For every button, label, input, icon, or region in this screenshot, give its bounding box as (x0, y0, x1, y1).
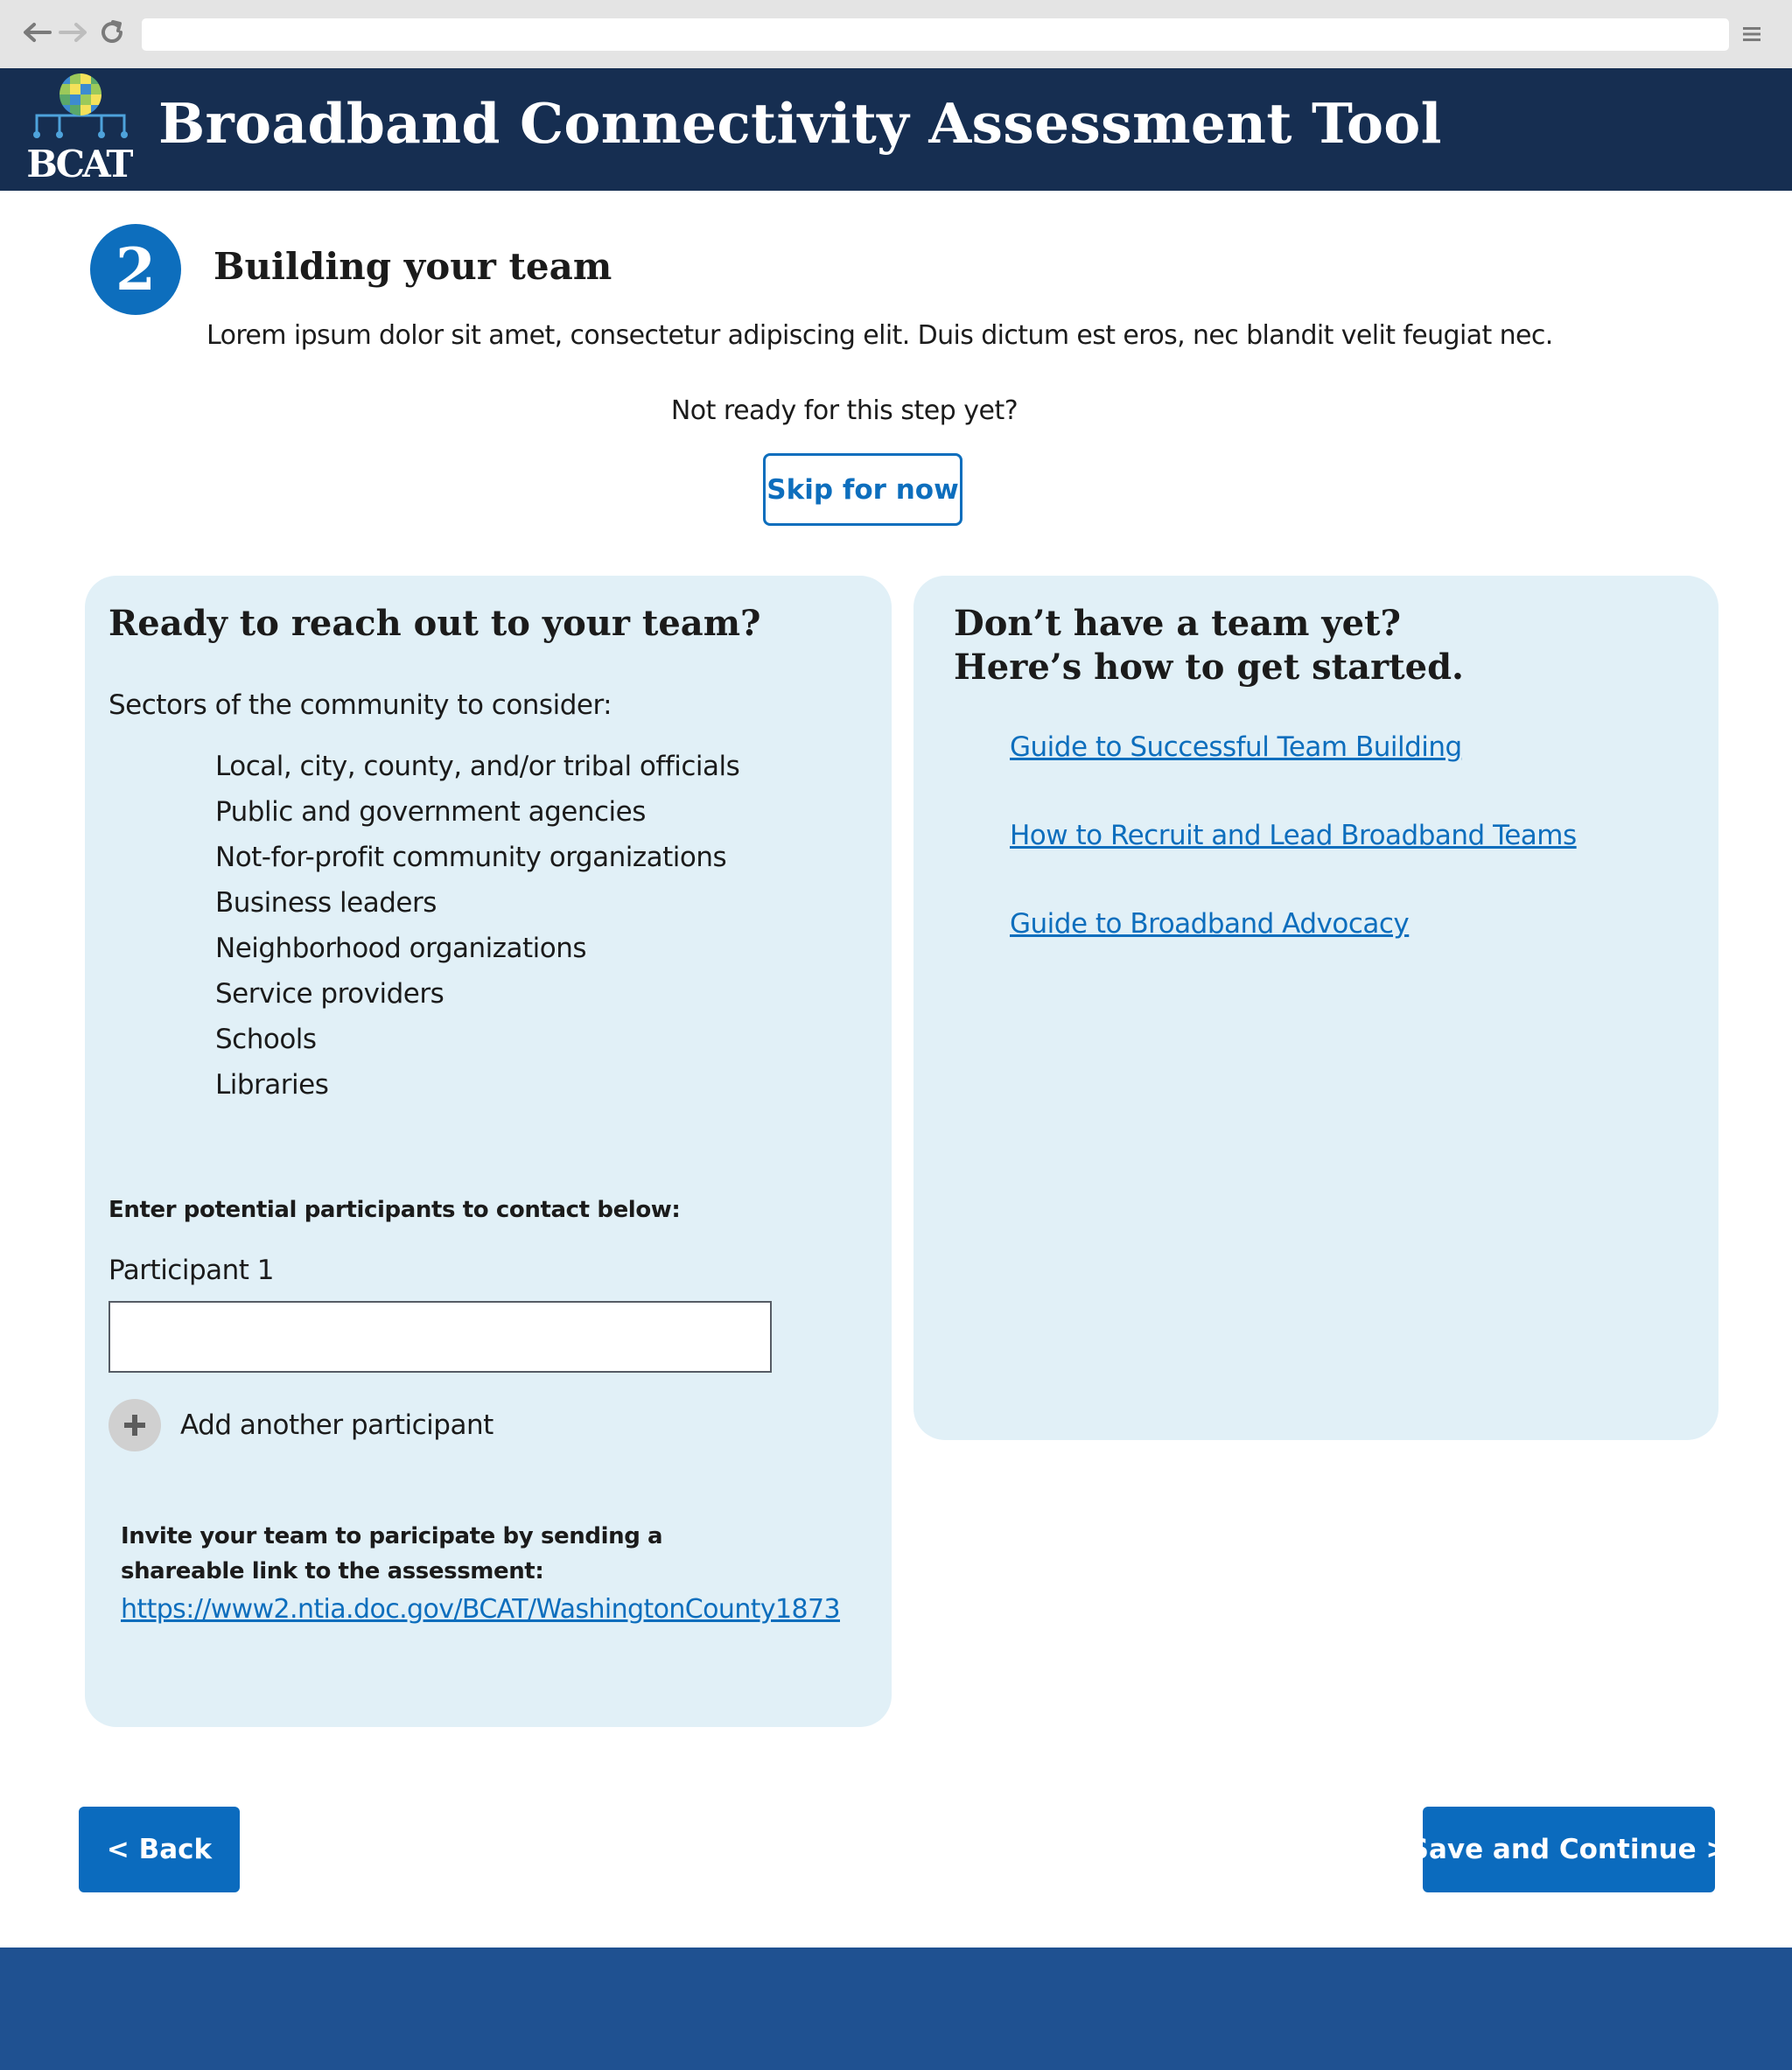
list-item: Local, city, county, and/or tribal offic… (215, 751, 740, 782)
back-button[interactable]: < Back (79, 1807, 240, 1892)
heading-line-2: Here’s how to get started. (954, 647, 1464, 688)
advocacy-guide-link[interactable]: Guide to Broadband Advocacy (1010, 908, 1410, 940)
add-participant-label: Add another participant (180, 1409, 494, 1441)
add-participant-button[interactable]: Add another participant (108, 1399, 494, 1451)
list-item: Not-for-profit community organizations (215, 842, 727, 873)
arrow-right-icon (59, 23, 87, 42)
save-and-continue-button[interactable]: Save and Continue > (1410, 1807, 1728, 1892)
enter-participants-label: Enter potential participants to contact … (108, 1197, 681, 1223)
step-number-badge: 2 (90, 224, 181, 315)
participant-1-input[interactable] (108, 1301, 772, 1373)
browser-reload-button[interactable] (94, 12, 130, 52)
list-item: Schools (215, 1024, 317, 1055)
svg-text:BCAT: BCAT (28, 143, 133, 185)
list-item: Business leaders (215, 887, 437, 919)
getting-started-heading: Don’t have a team yet? Here’s how to get… (954, 602, 1464, 689)
reach-out-panel: Ready to reach out to your team? Sectors… (85, 576, 892, 1727)
list-item: Libraries (215, 1069, 329, 1101)
browser-back-button[interactable] (19, 12, 54, 52)
team-building-guide-link[interactable]: Guide to Successful Team Building (1010, 731, 1462, 763)
plus-icon (108, 1399, 161, 1451)
browser-menu-button[interactable] (1740, 21, 1766, 47)
step-title: Building your team (214, 245, 612, 288)
heading-line-1: Don’t have a team yet? (954, 603, 1401, 644)
list-item: Public and government agencies (215, 796, 646, 828)
reload-icon (102, 20, 122, 43)
shareable-assessment-link[interactable]: https://www2.ntia.doc.gov/BCAT/Washingto… (121, 1594, 841, 1625)
site-header: BCAT Broadband Connectivity Assessment T… (0, 68, 1792, 191)
recruit-teams-guide-link[interactable]: How to Recruit and Lead Broadband Teams (1010, 820, 1577, 851)
app-title: Broadband Connectivity Assessment Tool (158, 91, 1442, 156)
not-ready-text: Not ready for this step yet? (670, 395, 1018, 426)
bcat-logo: BCAT (28, 73, 133, 185)
step-description: Lorem ipsum dolor sit amet, consectetur … (206, 320, 1553, 351)
hamburger-menu-icon (1743, 27, 1760, 41)
list-item: Service providers (215, 978, 444, 1010)
sector-list: Local, city, county, and/or tribal offic… (215, 744, 740, 1108)
participant-1-label: Participant 1 (108, 1255, 275, 1286)
list-item: Neighborhood organizations (215, 933, 587, 964)
sectors-intro: Sectors of the community to consider: (108, 689, 612, 721)
address-bar[interactable] (142, 18, 1729, 51)
browser-forward-button[interactable] (56, 12, 91, 52)
site-footer (0, 1948, 1792, 2070)
invite-team-text: Invite your team to paricipate by sendin… (121, 1523, 663, 1584)
arrow-left-icon (24, 23, 52, 42)
skip-for-now-button[interactable]: Skip for now (763, 453, 962, 526)
browser-toolbar (0, 0, 1792, 68)
reach-out-heading: Ready to reach out to your team? (108, 603, 761, 644)
getting-started-panel: Don’t have a team yet? Here’s how to get… (914, 576, 1718, 1440)
